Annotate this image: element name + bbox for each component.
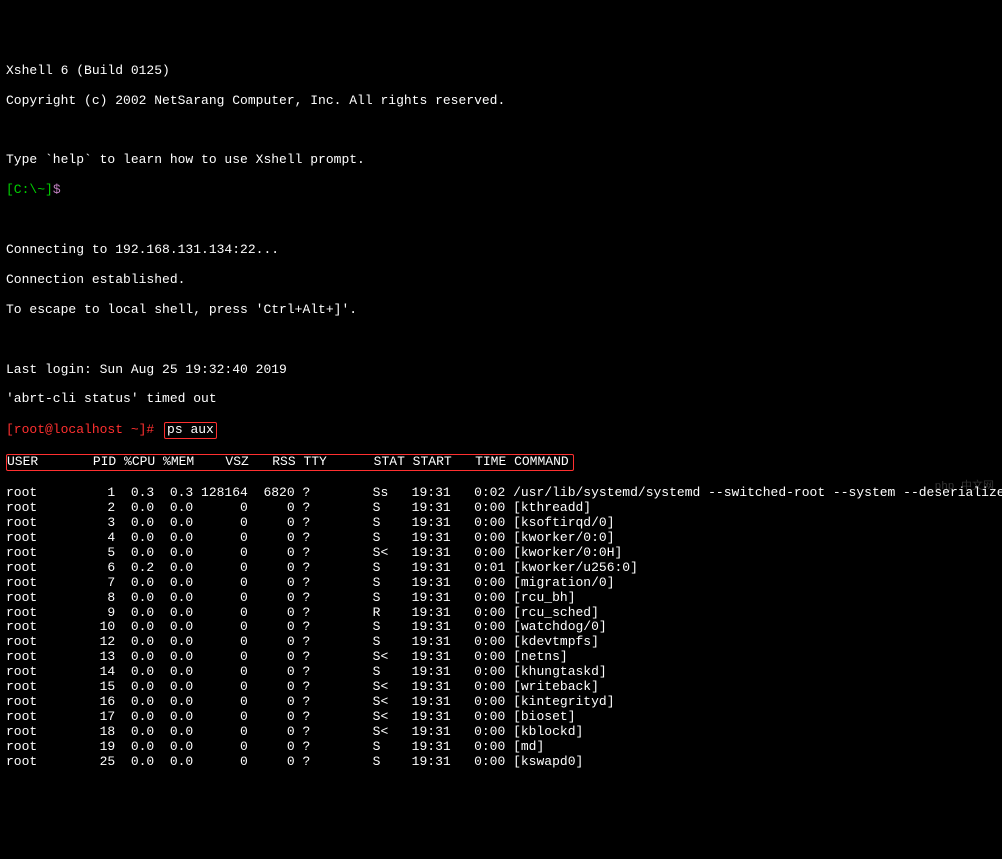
timedout-line: 'abrt-cli status' timed out — [6, 392, 996, 407]
ps-row: root 7 0.0 0.0 0 0 ? S 19:31 0:00 [migra… — [6, 576, 996, 591]
connecting-line: Connecting to 192.168.131.134:22... — [6, 243, 996, 258]
ps-row: root 14 0.0 0.0 0 0 ? S 19:31 0:00 [khun… — [6, 665, 996, 680]
ps-row: root 15 0.0 0.0 0 0 ? S< 19:31 0:00 [wri… — [6, 680, 996, 695]
local-prompt-dollar: $ — [53, 182, 61, 197]
ps-row: root 3 0.0 0.0 0 0 ? S 19:31 0:00 [ksoft… — [6, 516, 996, 531]
ps-row: root 12 0.0 0.0 0 0 ? S 19:31 0:00 [kdev… — [6, 635, 996, 650]
blank-line-3 — [6, 333, 996, 348]
local-prompt[interactable]: [C:\~]$ — [6, 183, 996, 198]
command-highlight: ps aux — [164, 422, 217, 439]
ps-row: root 10 0.0 0.0 0 0 ? S 19:31 0:00 [watc… — [6, 620, 996, 635]
ps-row: root 18 0.0 0.0 0 0 ? S< 19:31 0:00 [kbl… — [6, 725, 996, 740]
ps-row: root 8 0.0 0.0 0 0 ? S 19:31 0:00 [rcu_b… — [6, 591, 996, 606]
ps-row: root 9 0.0 0.0 0 0 ? R 19:31 0:00 [rcu_s… — [6, 606, 996, 621]
shell-prompt-line[interactable]: [root@localhost ~]# ps aux — [6, 422, 996, 439]
banner-copyright: Copyright (c) 2002 NetSarang Computer, I… — [6, 94, 996, 109]
ps-row: root 5 0.0 0.0 0 0 ? S< 19:31 0:00 [kwor… — [6, 546, 996, 561]
ps-row: root 16 0.0 0.0 0 0 ? S< 19:31 0:00 [kin… — [6, 695, 996, 710]
ps-rows-container: root 1 0.3 0.3 128164 6820 ? Ss 19:31 0:… — [6, 486, 996, 770]
ps-header: USER PID %CPU %MEM VSZ RSS TTY STAT STAR… — [6, 454, 574, 471]
banner-title: Xshell 6 (Build 0125) — [6, 64, 996, 79]
ps-row: root 6 0.2 0.0 0 0 ? S 19:31 0:01 [kwork… — [6, 561, 996, 576]
ps-row: root 13 0.0 0.0 0 0 ? S< 19:31 0:00 [net… — [6, 650, 996, 665]
ps-row: root 19 0.0 0.0 0 0 ? S 19:31 0:00 [md] — [6, 740, 996, 755]
tip-line: Type `help` to learn how to use Xshell p… — [6, 153, 996, 168]
ps-row: root 2 0.0 0.0 0 0 ? S 19:31 0:00 [kthre… — [6, 501, 996, 516]
ps-row: root 1 0.3 0.3 128164 6820 ? Ss 19:31 0:… — [6, 486, 996, 501]
ps-row: root 25 0.0 0.0 0 0 ? S 19:31 0:00 [kswa… — [6, 755, 996, 770]
watermark: php 中文网 — [935, 481, 994, 494]
lastlogin-line: Last login: Sun Aug 25 19:32:40 2019 — [6, 363, 996, 378]
ps-row: root 4 0.0 0.0 0 0 ? S 19:31 0:00 [kwork… — [6, 531, 996, 546]
blank-line — [6, 124, 996, 139]
local-prompt-path: [C:\~] — [6, 182, 53, 197]
ps-header-line: USER PID %CPU %MEM VSZ RSS TTY STAT STAR… — [6, 454, 996, 471]
escape-line: To escape to local shell, press 'Ctrl+Al… — [6, 303, 996, 318]
ps-row: root 17 0.0 0.0 0 0 ? S< 19:31 0:00 [bio… — [6, 710, 996, 725]
shell-prompt: [root@localhost ~]# — [6, 422, 154, 437]
established-line: Connection established. — [6, 273, 996, 288]
blank-line-2 — [6, 213, 996, 228]
